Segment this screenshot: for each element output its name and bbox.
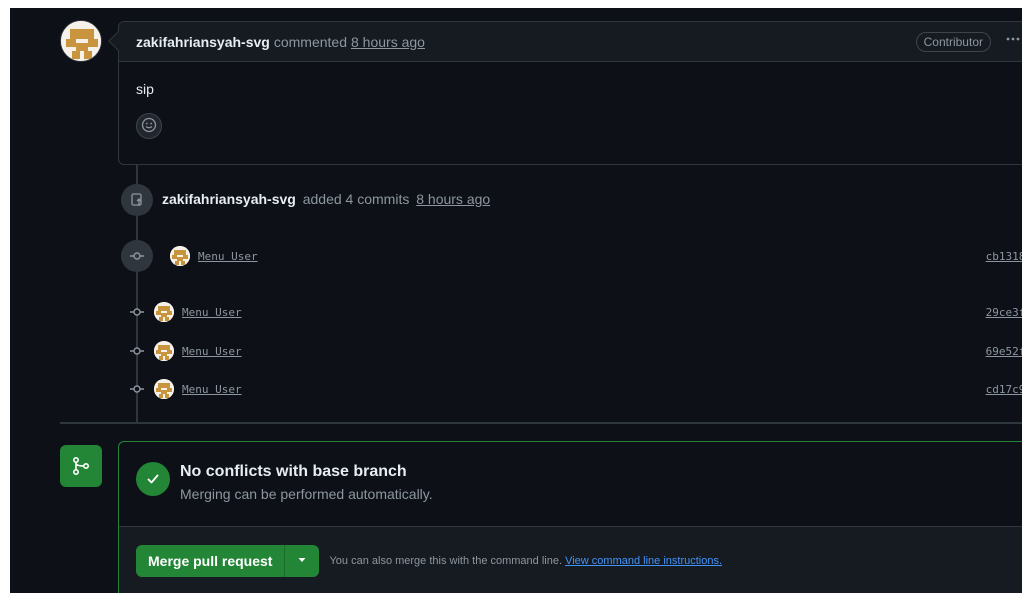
comment-caret [108,31,128,51]
commit-sha-link[interactable]: 29ce3f3 [986,306,1022,319]
add-reaction-button[interactable] [136,113,162,139]
merge-pull-request-button[interactable]: Merge pull request [136,545,286,577]
comment-action: commented [273,33,347,50]
merge-status-title: No conflicts with base branch [180,463,407,480]
command-line-instructions-link[interactable]: View command line instructions. [565,555,722,567]
commit-row: Menu User cd17c90 [128,377,1022,401]
commit-row: Menu User cb13180 [128,244,1022,268]
commits-event-action: added 4 commits [302,191,410,207]
merge-actions: Merge pull request You can also merge th… [119,526,1022,593]
commit-sha-link[interactable]: 69e52f7 [986,345,1022,358]
commit-author-avatar[interactable] [170,246,190,266]
kebab-horizontal-icon[interactable] [1005,31,1021,52]
triangle-down-icon [297,552,307,570]
commit-author-avatar[interactable] [154,302,174,322]
comment-text: sip [136,81,154,97]
commit-author-avatar[interactable] [154,379,174,399]
commit-message-link[interactable]: Menu User [198,250,258,263]
commit-row: Menu User 29ce3f3 [128,300,1022,324]
check-icon [136,462,170,496]
commit-sha-link[interactable]: cb13180 [986,250,1022,263]
timeline-divider [60,422,1022,424]
commits-author-link[interactable]: zakifahriansyah-svg [162,191,296,207]
smiley-icon [141,117,157,136]
git-commit-icon [128,381,146,397]
comment-body: sip [119,62,1022,139]
comment-author-link[interactable]: zakifahriansyah-svg [136,34,270,50]
timeline-line [136,164,138,184]
commit-row: Menu User 69e52f7 [128,339,1022,363]
git-merge-icon [60,445,102,487]
pull-request-timeline: zakifahriansyah-svg commented 8 hours ag… [10,8,1022,593]
repo-push-icon [121,184,153,216]
commits-event-timestamp-link[interactable]: 8 hours ago [416,191,490,207]
commenter-avatar[interactable] [60,20,102,62]
comment-timestamp-link[interactable]: 8 hours ago [351,34,425,50]
git-commit-icon [128,343,146,359]
commit-message-link[interactable]: Menu User [182,306,242,319]
merge-status-subtitle: Merging can be performed automatically. [180,486,433,502]
git-commit-icon [128,304,146,320]
contributor-badge: Contributor [915,31,991,52]
commits-event-text: zakifahriansyah-svg added 4 commits 8 ho… [162,191,490,207]
comment-header: zakifahriansyah-svg commented 8 hours ag… [108,22,1022,62]
merge-button-group: Merge pull request [136,545,320,577]
merge-hint-text: You can also merge this with the command… [329,555,563,567]
merge-command-line-hint: You can also merge this with the command… [329,555,722,567]
commit-message-link[interactable]: Menu User [182,383,242,396]
commit-sha-link[interactable]: cd17c90 [986,383,1022,396]
merge-box: No conflicts with base branch Merging ca… [118,441,1022,593]
commit-message-link[interactable]: Menu User [182,345,242,358]
commit-author-avatar[interactable] [154,341,174,361]
merge-status: No conflicts with base branch Merging ca… [119,442,1022,526]
merge-options-dropdown[interactable] [285,545,320,577]
comment-card: zakifahriansyah-svg commented 8 hours ag… [108,21,1022,165]
